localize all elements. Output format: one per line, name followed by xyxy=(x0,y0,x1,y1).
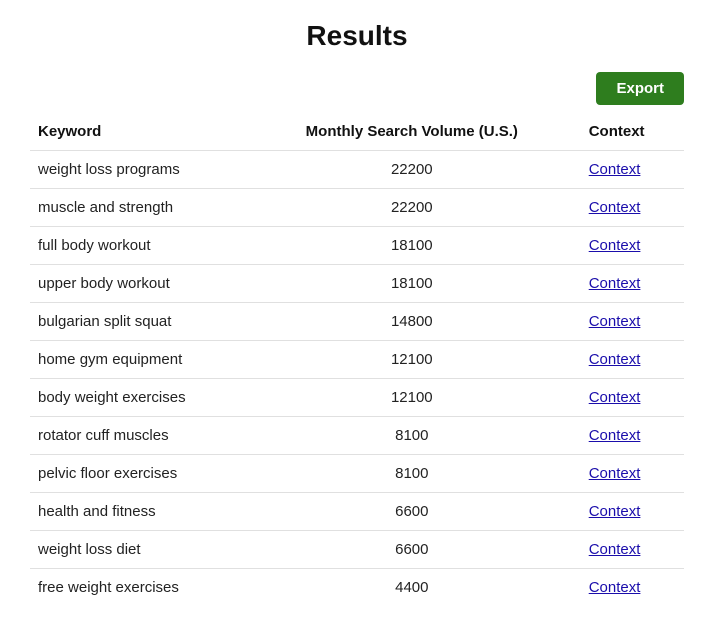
context-link[interactable]: Context xyxy=(589,465,641,482)
cell-context: Context xyxy=(569,341,684,379)
cell-context: Context xyxy=(569,379,684,417)
cell-volume: 18100 xyxy=(255,227,569,265)
cell-context: Context xyxy=(569,189,684,227)
table-row: upper body workout18100 Context xyxy=(30,265,684,303)
table-header-row: Keyword Monthly Search Volume (U.S.) Con… xyxy=(30,117,684,151)
context-link[interactable]: Context xyxy=(589,579,641,596)
column-header-volume: Monthly Search Volume (U.S.) xyxy=(255,117,569,151)
table-row: bulgarian split squat14800 Context xyxy=(30,303,684,341)
export-button[interactable]: Export xyxy=(596,72,684,105)
cell-keyword: free weight exercises xyxy=(30,569,255,607)
cell-context: Context xyxy=(569,569,684,607)
cell-keyword: home gym equipment xyxy=(30,341,255,379)
cell-keyword: body weight exercises xyxy=(30,379,255,417)
cell-context: Context xyxy=(569,227,684,265)
cell-context: Context xyxy=(569,455,684,493)
cell-keyword: full body workout xyxy=(30,227,255,265)
context-link[interactable]: Context xyxy=(589,237,641,254)
cell-volume: 8100 xyxy=(255,417,569,455)
cell-context: Context xyxy=(569,493,684,531)
cell-context: Context xyxy=(569,531,684,569)
cell-keyword: muscle and strength xyxy=(30,189,255,227)
cell-keyword: weight loss diet xyxy=(30,531,255,569)
cell-volume: 22200 xyxy=(255,189,569,227)
cell-context: Context xyxy=(569,151,684,189)
results-table: Keyword Monthly Search Volume (U.S.) Con… xyxy=(30,117,684,606)
context-link[interactable]: Context xyxy=(589,313,641,330)
cell-volume: 12100 xyxy=(255,341,569,379)
cell-keyword: upper body workout xyxy=(30,265,255,303)
cell-volume: 4400 xyxy=(255,569,569,607)
context-link[interactable]: Context xyxy=(589,351,641,368)
table-row: health and fitness6600 Context xyxy=(30,493,684,531)
context-link[interactable]: Context xyxy=(589,275,641,292)
table-row: body weight exercises12100 Context xyxy=(30,379,684,417)
table-row: muscle and strength22200 Context xyxy=(30,189,684,227)
cell-volume: 6600 xyxy=(255,493,569,531)
cell-context: Context xyxy=(569,303,684,341)
cell-volume: 22200 xyxy=(255,151,569,189)
cell-keyword: weight loss programs xyxy=(30,151,255,189)
cell-keyword: health and fitness xyxy=(30,493,255,531)
table-row: full body workout18100 Context xyxy=(30,227,684,265)
table-row: home gym equipment12100 Context xyxy=(30,341,684,379)
context-link[interactable]: Context xyxy=(589,389,641,406)
cell-volume: 6600 xyxy=(255,531,569,569)
cell-volume: 12100 xyxy=(255,379,569,417)
context-link[interactable]: Context xyxy=(589,427,641,444)
cell-keyword: bulgarian split squat xyxy=(30,303,255,341)
cell-keyword: rotator cuff muscles xyxy=(30,417,255,455)
cell-context: Context xyxy=(569,265,684,303)
column-header-keyword: Keyword xyxy=(30,117,255,151)
table-row: weight loss diet6600 Context xyxy=(30,531,684,569)
column-header-context: Context xyxy=(569,117,684,151)
export-row: Export xyxy=(30,72,684,105)
cell-volume: 8100 xyxy=(255,455,569,493)
context-link[interactable]: Context xyxy=(589,503,641,520)
context-link[interactable]: Context xyxy=(589,161,641,178)
page-title: Results xyxy=(30,20,684,52)
cell-volume: 18100 xyxy=(255,265,569,303)
table-row: free weight exercises4400 Context xyxy=(30,569,684,607)
cell-context: Context xyxy=(569,417,684,455)
cell-volume: 14800 xyxy=(255,303,569,341)
table-row: rotator cuff muscles8100 Context xyxy=(30,417,684,455)
table-row: weight loss programs22200 Context xyxy=(30,151,684,189)
cell-keyword: pelvic floor exercises xyxy=(30,455,255,493)
context-link[interactable]: Context xyxy=(589,541,641,558)
table-row: pelvic floor exercises8100 Context xyxy=(30,455,684,493)
context-link[interactable]: Context xyxy=(589,199,641,216)
